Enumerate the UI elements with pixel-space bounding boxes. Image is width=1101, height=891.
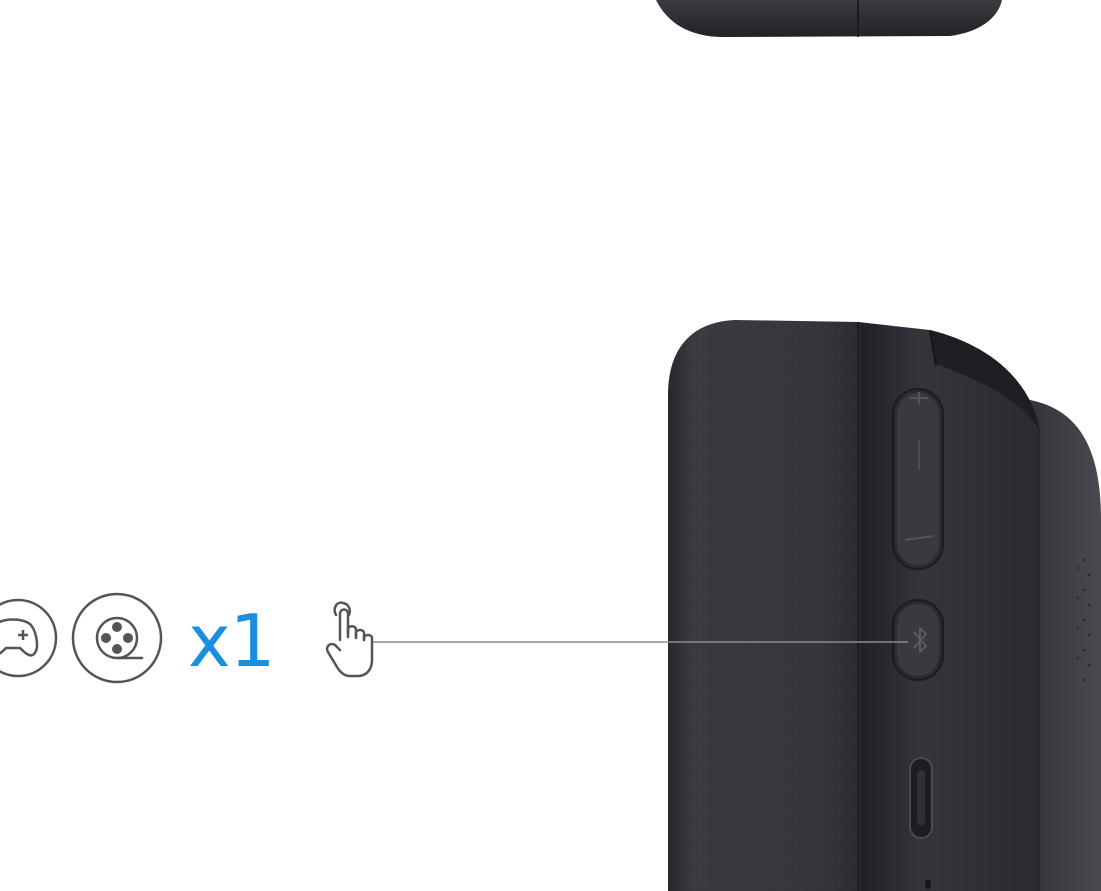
press-count-label: x1 — [188, 599, 275, 683]
film-reel-icon — [71, 592, 163, 684]
bluetooth-button[interactable] — [892, 599, 944, 681]
earcup-shell — [858, 322, 1040, 891]
earcup — [668, 320, 1101, 891]
top-earcup-fragment — [656, 0, 1002, 37]
gamepad-icon — [0, 598, 58, 678]
headphone-illustration — [0, 0, 1101, 891]
tap-hand-icon — [325, 601, 374, 678]
volume-rocker[interactable] — [892, 388, 944, 570]
usb-c-port — [909, 757, 933, 839]
mic-hole — [925, 879, 931, 889]
